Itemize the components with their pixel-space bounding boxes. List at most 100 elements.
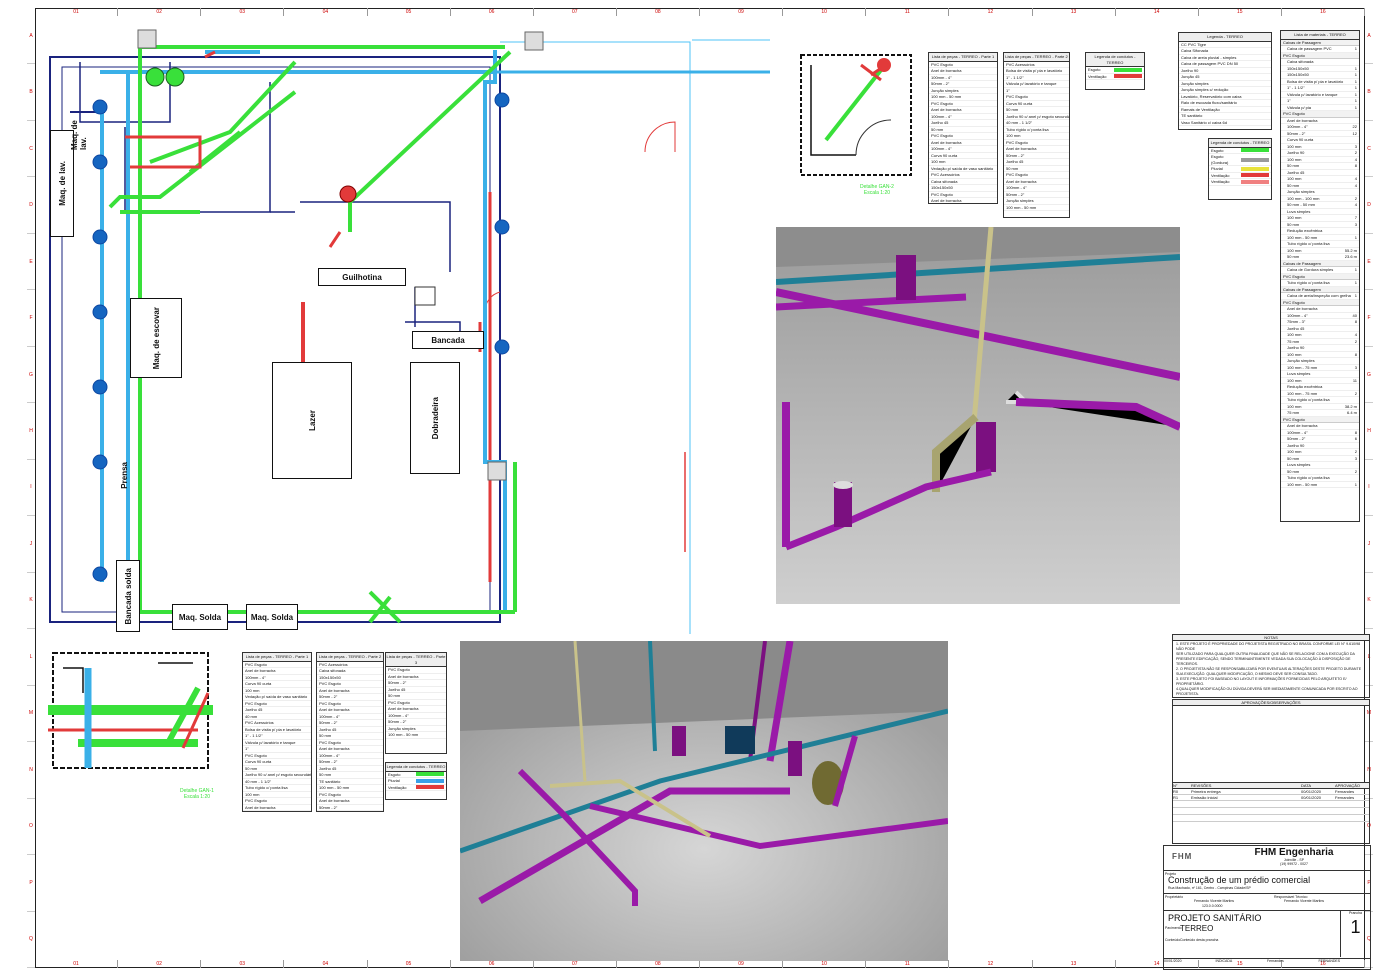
note-line: 4.QUALQUER MODIFICAÇÃO OU DÚVIDA DEVERÁ … <box>1176 687 1358 696</box>
material-name: 100 mm <box>1287 176 1302 181</box>
column-index: 07 <box>534 8 617 16</box>
material-qty: 8 <box>1354 351 1357 357</box>
label-text: Guilhotina <box>342 272 382 282</box>
material-qty: 12 <box>1352 130 1357 136</box>
material-qty: 22 <box>1352 124 1357 129</box>
list-title: Lista de peças - TERREO - Parte 2 <box>317 653 383 662</box>
row-index: G <box>27 347 35 404</box>
rev-header-desc: REVISÕES <box>1191 783 1212 788</box>
material-name: 1" - 1 1/2" <box>1287 85 1305 90</box>
row-index: I <box>27 460 35 517</box>
legend-symbols: Legenda - TERREO CC PVC Tigre Caixa Sifon… <box>1178 32 1272 130</box>
material-qty: 1 <box>1354 267 1357 272</box>
material-qty: 11 <box>1352 377 1357 383</box>
column-index: 10 <box>783 960 867 968</box>
label-text: Maq. Solda <box>250 612 294 622</box>
legend-label: Ventilação <box>1211 179 1230 184</box>
row-index-left: ABCDEFGHIJKLMNOPQ <box>27 8 35 968</box>
isometric-view-1 <box>776 227 1180 604</box>
material-name: 100 mm <box>1287 247 1302 253</box>
material-name: 100 mm <box>1287 351 1302 357</box>
legend-title: Legenda de condutos - TERREO <box>1209 139 1271 148</box>
column-index: 09 <box>700 960 784 968</box>
material-qty: 1 <box>1354 293 1357 298</box>
row-index: K <box>1365 573 1373 630</box>
column-index: 02 <box>118 8 202 16</box>
row-index: B <box>1365 64 1373 121</box>
project-name: Construção de um prédio comercial <box>1168 875 1311 885</box>
material-name: Junção simples <box>1287 358 1315 363</box>
row-index: H <box>1365 403 1373 460</box>
material-name: Tubo rígido c/ ponta lisa <box>1287 241 1330 246</box>
material-qty: 23.6 m <box>1344 254 1357 259</box>
material-name: Redução excêntrica <box>1287 384 1323 389</box>
detail-scale: Escala 1:20 <box>863 190 891 196</box>
material-name: Joelho 90 <box>1287 345 1305 350</box>
footer-date: 00/01/2020 <box>1164 959 1182 963</box>
row-index: A <box>1365 8 1373 65</box>
material-name: 100 mm <box>1287 332 1302 337</box>
column-index: 03 <box>201 8 285 16</box>
label-text: Dobradeira <box>430 396 440 440</box>
row-index: E <box>1365 234 1373 291</box>
material-qty: 1 <box>1354 78 1357 84</box>
material-qty: 38.2 m <box>1344 403 1357 409</box>
label-text: Maq. de escovar <box>151 306 161 370</box>
row-index: C <box>27 121 35 178</box>
material-qty: 3 <box>1354 221 1357 227</box>
owner-label: Proprietário <box>1165 895 1184 899</box>
material-qty: 1 <box>1354 481 1357 487</box>
gan2-list-1: Lista de peças - TERREO - Parte 1 PVC Es… <box>928 52 998 204</box>
material-name: 100mm - 4" <box>1287 429 1308 435</box>
column-index: 13 <box>1033 8 1116 16</box>
legend-label: Pluvial <box>1211 166 1223 171</box>
rev-no: R0 <box>1173 789 1179 794</box>
material-name: 150x150x50 <box>1287 65 1309 71</box>
material-name: Anel de borracha <box>1287 306 1318 311</box>
notes-block: NOTAS 1. ESTE PROJETO É PROPRIEDADE DO P… <box>1172 634 1370 698</box>
detail-gan1-drawing <box>48 652 213 769</box>
rev-date: 00/01/2020 <box>1301 789 1322 794</box>
rev-approval: Fernandes <box>1335 789 1355 794</box>
material-qty: 2 <box>1354 195 1357 201</box>
material-qty: 1 <box>1354 46 1357 51</box>
row-index: M <box>27 686 35 743</box>
label-bancada-solda: Bancada solda <box>116 560 140 632</box>
material-name: 100 mm <box>1287 403 1302 409</box>
row-index: H <box>27 403 35 460</box>
sheet-number: 1 <box>1350 917 1361 937</box>
material-qty: 1 <box>1354 104 1357 110</box>
material-name: Curva 90 curta <box>1287 137 1314 142</box>
material-qty: 2 <box>1354 150 1357 155</box>
material-qty: 1 <box>1354 65 1357 71</box>
row-index: C <box>1365 121 1373 178</box>
rev-no: R1 <box>1173 795 1179 800</box>
footer-scale: INDICADA <box>1215 959 1233 963</box>
detail-scale: Escala 1:20 <box>183 794 211 800</box>
material-name: Tubo rígido c/ ponta lisa <box>1287 397 1330 402</box>
column-index: 13 <box>1033 960 1116 968</box>
rev-desc: Primeira entrega <box>1191 789 1221 794</box>
legend-item: Ventilação <box>386 785 446 791</box>
table-row: 100 mm - 50 mm 1 <box>1281 481 1359 488</box>
material-qty: 3 <box>1354 455 1357 461</box>
material-name: 100 mm <box>1287 449 1302 454</box>
column-index: 04 <box>284 960 368 968</box>
owner-doc: 123.0.0.0000 <box>1202 904 1223 908</box>
material-name: Válvula p/ pia <box>1287 104 1312 110</box>
sheet-title: PROJETO SANITÁRIO <box>1168 913 1262 923</box>
title-block: FHM FHM Engenharia Joinville - SP (19) 9… <box>1163 845 1371 970</box>
column-index: 03 <box>201 960 285 968</box>
approvals-title: APROVAÇÕES/OBSERVAÇÕES <box>1173 700 1369 706</box>
material-name: 150x150x50 <box>1287 72 1309 77</box>
material-qty: 55.2 m <box>1344 247 1357 253</box>
material-name: 100 mm - 50 mm <box>1287 481 1318 487</box>
material-name: 100 mm - 100 mm <box>1287 195 1320 201</box>
material-name: Joelho 45 <box>1287 325 1305 331</box>
list-item: 100 mm - 50 mm <box>386 732 446 739</box>
list-item: 100 mm - 50 mm <box>1004 205 1069 211</box>
material-qty: 8 <box>1354 163 1357 168</box>
legend-item: Esgoto (Gordura) <box>1209 154 1271 166</box>
column-index: 07 <box>534 960 617 968</box>
note-line: 3. ESTE PROJETO FOI BASEADO NO LAYOUT E … <box>1176 677 1347 681</box>
